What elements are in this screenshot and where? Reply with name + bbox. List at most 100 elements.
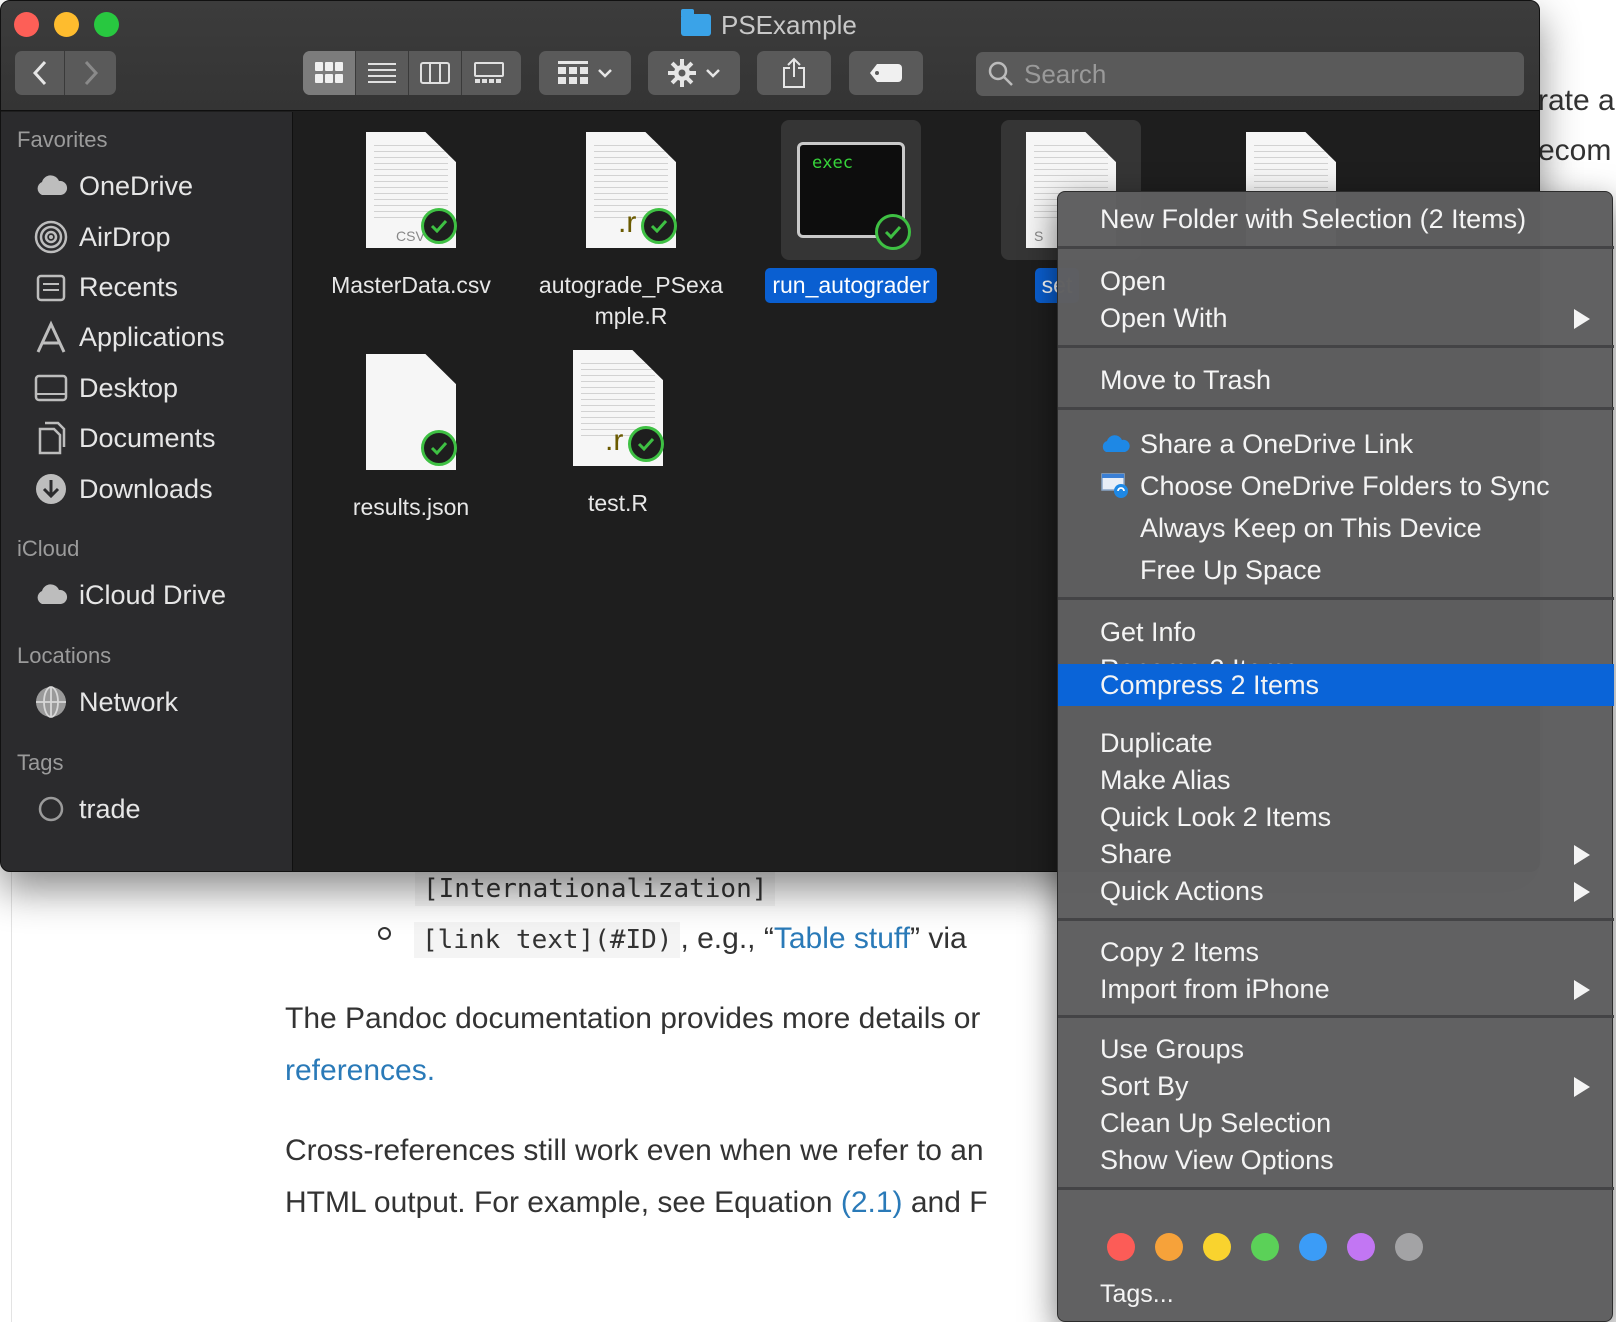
forward-button[interactable]	[65, 51, 116, 95]
share-icon	[783, 57, 805, 88]
tag-circle-icon	[33, 791, 69, 827]
submenu-arrow-icon	[1574, 845, 1590, 865]
menu-item-tags[interactable]: Tags...	[1058, 1275, 1614, 1313]
file-item[interactable]: .r test.R	[518, 338, 718, 521]
globe-icon	[33, 684, 69, 720]
documents-icon	[33, 420, 69, 456]
doc-link[interactable]: (2.1)	[841, 1186, 903, 1219]
sidebar-item-documents[interactable]: Documents	[33, 418, 216, 458]
close-window-button[interactable]	[14, 12, 39, 37]
group-by-button[interactable]	[539, 51, 631, 95]
tag-color-gray[interactable]	[1395, 1233, 1423, 1261]
gallery-view-icon	[473, 62, 504, 83]
sidebar-item-tag-trade[interactable]: trade	[33, 789, 141, 829]
column-view-button[interactable]	[409, 51, 462, 95]
share-button[interactable]	[757, 51, 831, 95]
file-item[interactable]: .r autograde_PSexa mple.R	[531, 120, 731, 334]
submenu-arrow-icon	[1574, 882, 1590, 902]
sidebar-heading-locations: Locations	[17, 643, 112, 668]
sidebar-item-onedrive[interactable]: OneDrive	[33, 166, 193, 206]
recents-icon	[33, 269, 69, 305]
menu-item-sort-by[interactable]: Sort By	[1058, 1067, 1614, 1105]
menu-item-make-alias[interactable]: Make Alias	[1058, 761, 1614, 799]
doc-inline-code: [link text](#ID)	[414, 922, 681, 958]
sidebar-item-desktop[interactable]: Desktop	[33, 368, 178, 408]
menu-item-choose-onedrive-folders[interactable]: Choose OneDrive Folders to Sync	[1058, 467, 1614, 505]
sidebar-item-label: AirDrop	[79, 221, 171, 252]
file-thumbnail: .r	[561, 120, 701, 260]
doc-paragraph: HTML output. For example, see Equation (…	[285, 1186, 988, 1220]
menu-item-show-view-options[interactable]: Show View Options	[1058, 1141, 1614, 1179]
chevron-down-icon	[706, 69, 720, 78]
file-item[interactable]: exec run_autograder	[751, 120, 951, 303]
menu-item-share-onedrive-link[interactable]: Share a OneDrive Link	[1058, 425, 1614, 463]
menu-item-free-up-space[interactable]: Free Up Space	[1058, 551, 1614, 589]
doc-text: ” via	[910, 922, 967, 955]
sidebar-item-icloud-drive[interactable]: iCloud Drive	[33, 575, 226, 615]
action-menu-button[interactable]	[648, 51, 740, 95]
sidebar-item-applications[interactable]: Applications	[33, 317, 225, 357]
gallery-view-button[interactable]	[462, 51, 515, 95]
submenu-arrow-icon	[1574, 309, 1590, 329]
search-field[interactable]	[976, 52, 1524, 96]
doc-left-rule	[11, 850, 12, 1322]
minimize-window-button[interactable]	[54, 12, 79, 37]
menu-item-open-with[interactable]: Open With	[1058, 299, 1614, 337]
folder-icon	[681, 9, 711, 36]
menu-separator	[1058, 597, 1614, 600]
menu-item-share[interactable]: Share	[1058, 835, 1614, 873]
tag-color-green[interactable]	[1251, 1233, 1279, 1261]
menu-item-use-groups[interactable]: Use Groups	[1058, 1030, 1614, 1068]
icon-view-button[interactable]	[303, 51, 356, 95]
applications-icon	[33, 319, 69, 355]
file-item[interactable]: results.json	[311, 342, 511, 525]
menu-item-get-info[interactable]: Get Info	[1058, 613, 1614, 651]
tag-button[interactable]	[849, 51, 923, 95]
menu-item-new-folder-with-selection[interactable]: New Folder with Selection (2 Items)	[1058, 200, 1614, 238]
list-view-icon	[368, 63, 396, 83]
onedrive-cloud-icon	[1100, 429, 1130, 459]
menu-item-duplicate[interactable]: Duplicate	[1058, 724, 1614, 762]
column-view-icon	[420, 62, 450, 84]
menu-item-quick-actions[interactable]: Quick Actions	[1058, 872, 1614, 910]
tag-color-purple[interactable]	[1347, 1233, 1375, 1261]
file-name: run_autograder	[765, 268, 937, 303]
sidebar-item-airdrop[interactable]: AirDrop	[33, 217, 171, 257]
search-icon	[988, 61, 1013, 86]
tag-color-red[interactable]	[1107, 1233, 1135, 1261]
menu-item-import-from-iphone[interactable]: Import from iPhone	[1058, 970, 1614, 1008]
doc-link[interactable]: Table stuff	[774, 922, 910, 955]
menu-item-quick-look[interactable]: Quick Look 2 Items	[1058, 798, 1614, 836]
sync-check-icon	[875, 214, 911, 250]
file-item[interactable]: CSV MasterData.csv	[311, 120, 511, 303]
menu-item-compress[interactable]: Compress 2 Items	[1058, 664, 1614, 706]
cloud-icon	[33, 168, 69, 204]
menu-item-copy[interactable]: Copy 2 Items	[1058, 933, 1614, 971]
menu-item-open[interactable]: Open	[1058, 262, 1614, 300]
back-button[interactable]	[15, 51, 65, 95]
doc-link[interactable]: references.	[285, 1054, 435, 1087]
tag-icon	[870, 64, 902, 82]
tag-color-orange[interactable]	[1155, 1233, 1183, 1261]
zoom-window-button[interactable]	[94, 12, 119, 37]
sidebar-item-label: Applications	[79, 321, 225, 352]
search-input[interactable]	[1024, 58, 1504, 90]
nav-buttons	[15, 51, 116, 95]
sidebar-item-recents[interactable]: Recents	[33, 267, 178, 307]
sidebar-item-network[interactable]: Network	[33, 682, 178, 722]
menu-item-move-to-trash[interactable]: Move to Trash	[1058, 361, 1614, 399]
menu-item-clean-up-selection[interactable]: Clean Up Selection	[1058, 1104, 1614, 1142]
tag-color-yellow[interactable]	[1203, 1233, 1231, 1261]
sidebar-item-label: Network	[79, 686, 179, 717]
menu-separator	[1058, 1015, 1614, 1018]
sync-check-icon	[421, 208, 457, 244]
doc-fragment: rate a	[1538, 84, 1615, 117]
menu-item-always-keep-on-device[interactable]: Always Keep on This Device	[1058, 509, 1614, 547]
list-view-button[interactable]	[356, 51, 409, 95]
doc-paragraph: references.	[285, 1054, 435, 1088]
sync-check-icon	[641, 208, 677, 244]
doc-list-item: [link text](#ID), e.g., “Table stuff” vi…	[414, 922, 967, 958]
file-name: autograde_PSexa mple.R	[538, 272, 724, 329]
sidebar-item-downloads[interactable]: Downloads	[33, 469, 213, 509]
tag-color-blue[interactable]	[1299, 1233, 1327, 1261]
